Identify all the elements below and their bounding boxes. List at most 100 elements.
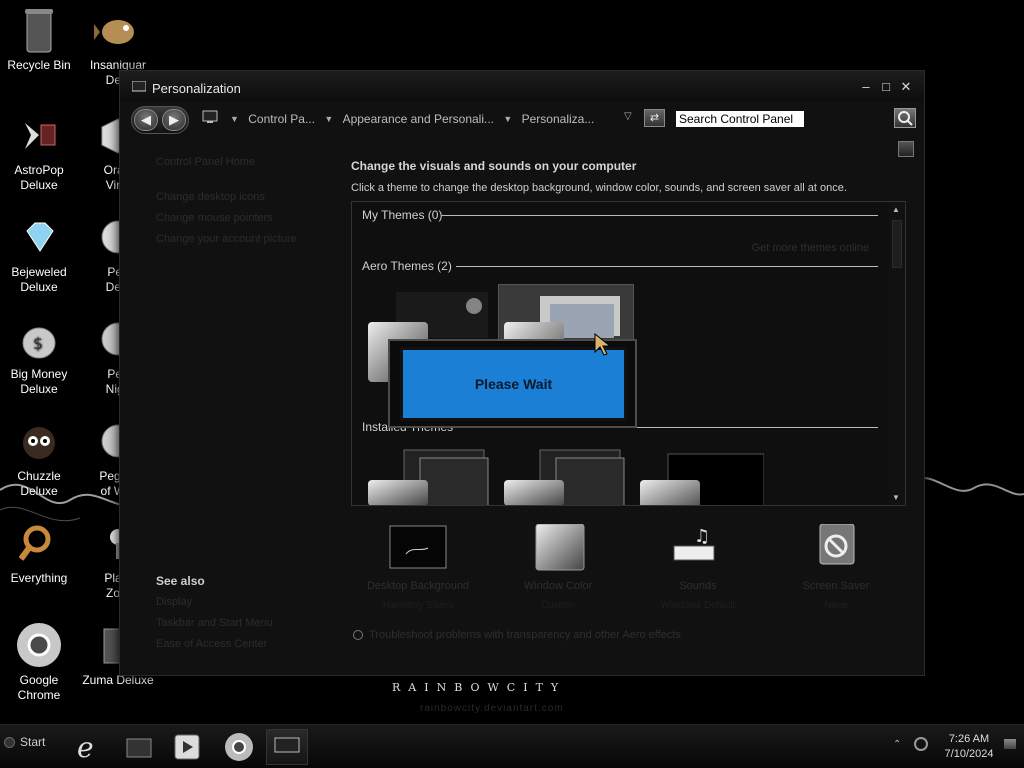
desktop-icon-label: Chuzzle Deluxe [17, 469, 61, 498]
svg-text:♫: ♫ [694, 526, 710, 547]
theme-thumbnail[interactable] [368, 446, 492, 505]
search-icon[interactable] [894, 108, 916, 128]
change-mouse-pointers-link[interactable]: Change mouse pointers [156, 211, 336, 225]
network-icon[interactable] [914, 737, 928, 751]
see-also-list: Display Taskbar and Start Menu Ease of A… [156, 595, 273, 658]
desktop-background-value: Harmony Slides [382, 600, 454, 611]
breadcrumb: ▼ Control Pa... ▼ Appearance and Persona… [224, 109, 672, 129]
mouse-cursor-icon [594, 333, 612, 356]
window-color-link[interactable]: Window Color Custom [498, 523, 618, 611]
back-button[interactable]: ◀ [134, 109, 158, 131]
chuzzle-icon [15, 417, 63, 465]
theme-thumbnail[interactable] [640, 452, 765, 505]
please-wait-message: Please Wait [400, 347, 627, 421]
breadcrumb-arrow-icon[interactable]: ▼ [503, 109, 512, 129]
screen-saver-label: Screen Saver [802, 580, 870, 592]
divider [442, 215, 878, 216]
help-icon[interactable] [898, 141, 914, 157]
taskbar-file-explorer[interactable] [118, 729, 160, 765]
smoke-wisp-right [914, 477, 1024, 496]
scroll-thumb[interactable] [892, 220, 902, 268]
get-more-themes-link[interactable]: Get more themes online [752, 242, 869, 254]
desktop-icon-chuzzle[interactable]: Chuzzle Deluxe [1, 417, 77, 499]
start-orb-icon [4, 737, 15, 749]
window-color-icon [528, 523, 588, 574]
desktop-icon-label: Recycle Bin [7, 58, 71, 72]
desktop-icon-astropop[interactable]: AstroPop Deluxe [1, 111, 77, 193]
astropop-icon [15, 111, 63, 159]
desktop-icon-google-chrome[interactable]: Google Chrome [1, 621, 77, 703]
refresh-button[interactable]: ⇄ [644, 109, 665, 127]
diamond-icon [15, 213, 63, 261]
desktop-icon-recycle-bin[interactable]: Recycle Bin [1, 6, 77, 73]
close-button[interactable]: ✕ [898, 80, 914, 94]
breadcrumb-personalization[interactable]: Personaliza... [522, 109, 595, 129]
breadcrumb-arrow-icon[interactable]: ▼ [230, 109, 239, 129]
minimize-button[interactable]: – [858, 80, 874, 94]
control-panel-icon [274, 737, 300, 753]
taskbar-internet-explorer[interactable]: e [68, 729, 110, 765]
taskbar-media-player[interactable] [166, 729, 208, 765]
scroll-up-icon[interactable]: ▲ [892, 205, 900, 214]
folder-icon [126, 738, 152, 758]
clock[interactable]: 7:26 AM 7/10/2024 [938, 732, 1000, 762]
desktop-icon-bejeweled[interactable]: Bejeweled Deluxe [1, 213, 77, 295]
theme-thumbnail[interactable] [504, 446, 628, 505]
theme-list-scrollbar[interactable]: ▲ ▼ [889, 202, 905, 505]
address-dropdown-icon[interactable]: ▽ [624, 111, 632, 122]
scroll-down-icon[interactable]: ▼ [892, 493, 900, 502]
desktop-icon-big-money[interactable]: $ Big Money Deluxe [1, 315, 77, 397]
troubleshoot-link[interactable]: Troubleshoot problems with transparency … [353, 629, 681, 641]
breadcrumb-control-panel[interactable]: Control Pa... [248, 109, 315, 129]
taskbar: Start e ⌃ 7:26 AM 7/10/2024 [0, 724, 1024, 768]
show-hidden-icons-button[interactable]: ⌃ [893, 739, 901, 750]
desktop-icon-everything[interactable]: Everything [1, 519, 77, 586]
show-desktop-button[interactable] [1004, 739, 1016, 749]
forward-button[interactable]: ▶ [162, 109, 186, 131]
taskbar-start-menu-link[interactable]: Taskbar and Start Menu [156, 616, 273, 630]
chrome-icon [15, 621, 63, 669]
change-account-picture-link[interactable]: Change your account picture [156, 232, 336, 246]
divider [456, 266, 878, 267]
desktop-icon-label: Big Money Deluxe [10, 367, 68, 396]
breadcrumb-appearance[interactable]: Appearance and Personali... [343, 109, 494, 129]
recycle-bin-icon [15, 6, 63, 54]
sounds-link[interactable]: ♫ Sounds Windows Default [638, 524, 758, 611]
maximize-button[interactable]: □ [878, 80, 894, 94]
magnifier-icon [15, 519, 63, 567]
internet-explorer-icon: e [77, 731, 94, 763]
desktop-icon-label: Everything [10, 571, 68, 585]
fish-icon [94, 6, 142, 54]
breadcrumb-arrow-icon[interactable]: ▼ [324, 109, 333, 129]
window-color-label: Window Color [523, 580, 593, 592]
display-link[interactable]: Display [156, 595, 273, 609]
ease-of-access-link[interactable]: Ease of Access Center [156, 637, 273, 651]
desktop-icon-label: Google Chrome [17, 673, 61, 702]
window-title: Personalization [152, 81, 241, 96]
see-also-heading: See also [156, 574, 205, 588]
nav-buttons: ◀ ▶ [131, 106, 189, 134]
desktop-icon-label: AstroPop Deluxe [14, 163, 64, 192]
change-desktop-icons-link[interactable]: Change desktop icons [156, 190, 336, 204]
svg-text:$: $ [33, 334, 43, 353]
address-bar: ◀ ▶ ▼ Control Pa... ▼ Appearance and Per… [128, 102, 918, 136]
group-header-my-themes: My Themes (0) [362, 208, 443, 222]
desktop-background-icon [388, 524, 448, 574]
page-description: Click a theme to change the desktop back… [351, 182, 847, 194]
search-input[interactable] [676, 111, 804, 127]
svg-text:e: e [77, 731, 94, 763]
screen-saver-value: None [824, 600, 848, 611]
window-titlebar[interactable]: Personalization – □ ✕ [120, 71, 924, 101]
start-button[interactable]: Start [4, 735, 45, 749]
taskbar-chrome[interactable] [218, 729, 260, 765]
desktop-background-link[interactable]: Desktop Background Harmony Slides [358, 524, 478, 611]
music-notes-icon: ♫ [668, 524, 728, 574]
start-label: Start [20, 735, 46, 749]
desktop-brand-subtext: rainbowcity.deviantart.com [420, 703, 564, 714]
taskbar-personalization-active[interactable] [266, 729, 308, 765]
screen-saver-link[interactable]: Screen Saver None [776, 523, 896, 611]
control-panel-home-link[interactable]: Control Panel Home [156, 155, 336, 169]
page-title: Change the visuals and sounds on your co… [351, 159, 637, 173]
troubleshoot-icon [353, 630, 363, 641]
sounds-label: Sounds [679, 580, 717, 592]
